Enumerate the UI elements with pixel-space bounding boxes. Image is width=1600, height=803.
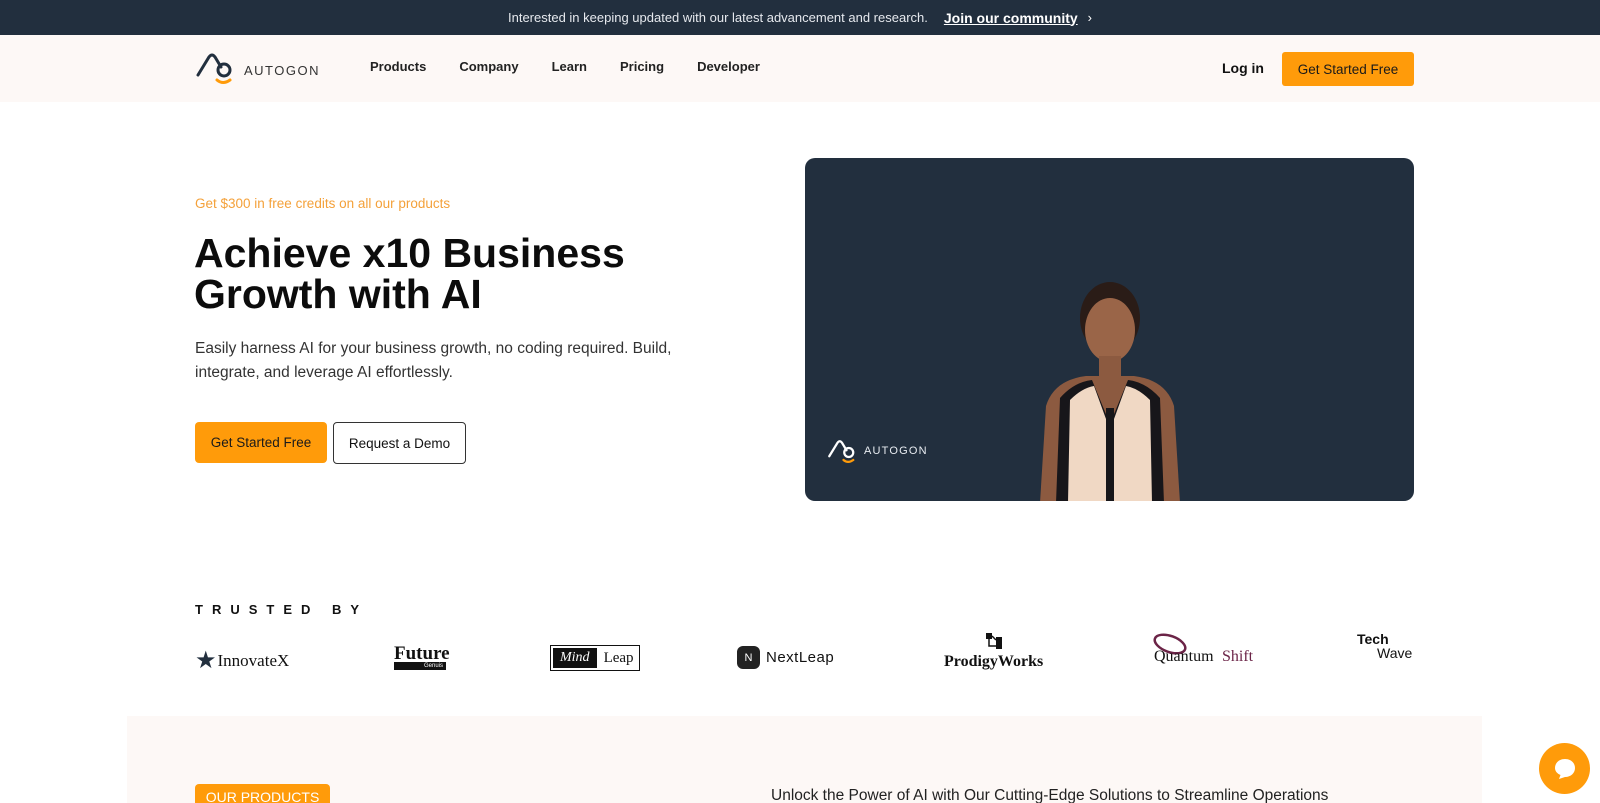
wave-text: Wave bbox=[1377, 645, 1413, 661]
our-products-tag: OUR PRODUCTS bbox=[195, 784, 330, 803]
join-community-link[interactable]: Join our community bbox=[944, 10, 1078, 26]
trusted-by-heading: TRUSTED BY bbox=[195, 602, 369, 617]
innovatex-logo: ★ InnovateX bbox=[195, 646, 289, 675]
quantum-text: Quantum bbox=[1154, 648, 1214, 665]
menu-item-learn[interactable]: Learn bbox=[552, 59, 587, 74]
get-started-button[interactable]: Get Started Free bbox=[195, 422, 327, 463]
quantumshift-logo: Quantum Shift bbox=[1153, 632, 1263, 678]
future-sub-text: Genuis bbox=[394, 662, 446, 670]
future-genius-logo: Future Genuis bbox=[394, 643, 450, 670]
prodigy-text: ProdigyWorks bbox=[944, 653, 1044, 670]
announcement-text: Interested in keeping updated with our l… bbox=[507, 10, 928, 25]
login-link[interactable]: Log in bbox=[1222, 60, 1264, 76]
partner-logos: ★ InnovateX Future Genuis Mind Leap N Ne… bbox=[195, 632, 1415, 682]
video-watermark: AUTOGON bbox=[827, 438, 928, 464]
nextleap-text: NextLeap bbox=[766, 649, 835, 666]
announcement-bar: Interested in keeping updated with our l… bbox=[0, 0, 1600, 35]
hero-video[interactable]: AUTOGON bbox=[805, 158, 1414, 501]
menu-item-pricing[interactable]: Pricing bbox=[620, 59, 664, 74]
shift-text: Shift bbox=[1222, 648, 1254, 665]
menu-item-products[interactable]: Products bbox=[370, 59, 426, 74]
video-watermark-text: AUTOGON bbox=[864, 445, 928, 457]
mind-text: Mind bbox=[553, 648, 597, 668]
nextleap-mark-icon: N bbox=[737, 646, 760, 669]
chat-button[interactable] bbox=[1539, 743, 1590, 794]
presenter-image bbox=[1040, 282, 1180, 501]
prodigyworks-logo: ProdigyWorks bbox=[944, 632, 1043, 671]
top-navigation: AUTOGON Products Company Learn Pricing D… bbox=[0, 35, 1600, 102]
autogon-logo-icon bbox=[828, 440, 855, 463]
request-demo-button[interactable]: Request a Demo bbox=[333, 422, 466, 464]
products-section: OUR PRODUCTS Unlock the Power of AI with… bbox=[127, 716, 1482, 803]
chat-bubble-icon bbox=[1554, 758, 1575, 779]
hero-subtext: Easily harness AI for your business grow… bbox=[195, 340, 672, 381]
brand-name: AUTOGON bbox=[244, 62, 320, 78]
prodigy-mark-icon bbox=[985, 633, 1002, 649]
nav-get-started-button[interactable]: Get Started Free bbox=[1282, 52, 1414, 86]
leap-text: Leap bbox=[603, 649, 634, 666]
chevron-right-icon[interactable]: › bbox=[1088, 10, 1092, 25]
brand-logo[interactable]: AUTOGON bbox=[195, 51, 320, 85]
main-menu: Products Company Learn Pricing Developer bbox=[370, 59, 793, 74]
promo-text: Get $300 in free credits on all our prod… bbox=[195, 196, 451, 211]
star-icon: ★ bbox=[195, 647, 217, 674]
hero-headline: Achieve x10 Business Growth with AI bbox=[194, 230, 625, 317]
products-intro: Unlock the Power of AI with Our Cutting-… bbox=[771, 787, 1329, 803]
tech-text: Tech bbox=[1357, 631, 1389, 647]
innovatex-text: InnovateX bbox=[217, 650, 290, 670]
techwave-logo: Tech Wave bbox=[1357, 632, 1412, 660]
future-text: Future bbox=[394, 643, 450, 664]
mindleap-logo: Mind Leap bbox=[550, 645, 640, 671]
menu-item-company[interactable]: Company bbox=[459, 59, 518, 74]
nextleap-logo: N NextLeap bbox=[737, 646, 834, 669]
menu-item-developer[interactable]: Developer bbox=[697, 59, 760, 74]
autogon-logo-icon bbox=[196, 53, 232, 84]
